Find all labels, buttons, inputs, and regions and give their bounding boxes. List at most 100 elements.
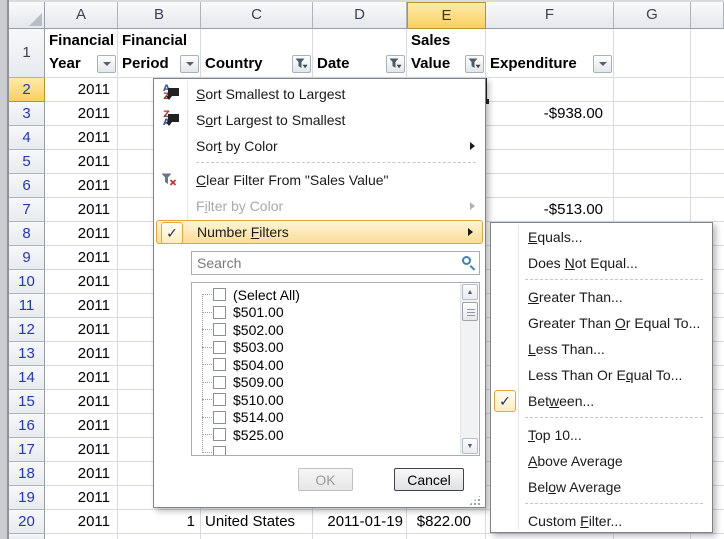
row-header-10[interactable]: 10: [9, 270, 45, 294]
ok-button[interactable]: OK: [298, 468, 353, 491]
submenu-item-does-not-equal[interactable]: Does Not Equal...: [492, 250, 711, 276]
filter-value-525-00[interactable]: $525.00: [198, 426, 459, 444]
filter-dropdown-button-year[interactable]: [97, 55, 116, 73]
filter-funnel-button-date[interactable]: [386, 55, 405, 73]
column-header-C[interactable]: C: [201, 2, 313, 29]
cell-A20[interactable]: 2011: [45, 510, 117, 533]
filter-funnel-button-value[interactable]: [465, 55, 484, 73]
submenu-item-greater-than-or-equal-to[interactable]: Greater Than Or Equal To...: [492, 310, 711, 336]
submenu-item-greater-than[interactable]: Greater Than...: [492, 284, 711, 310]
column-header-E[interactable]: E: [407, 2, 486, 29]
column-header-F[interactable]: F: [486, 2, 614, 29]
filter-value-509-00[interactable]: $509.00: [198, 374, 459, 392]
filter-value-501-00[interactable]: $501.00: [198, 304, 459, 322]
row-header-17[interactable]: 17: [9, 438, 45, 462]
filter-dropdown-button-expenditure[interactable]: [593, 55, 612, 73]
row-header-13[interactable]: 13: [9, 342, 45, 366]
cell-A3[interactable]: 2011: [45, 102, 117, 125]
row-header-2[interactable]: 2: [9, 78, 45, 102]
filter-dropdown-button-period[interactable]: [180, 55, 199, 73]
column-header-D[interactable]: D: [313, 2, 407, 29]
cell-A6[interactable]: 2011: [45, 174, 117, 197]
cell-A19[interactable]: 2011: [45, 486, 117, 509]
header-cell-sales-value[interactable]: SalesValue: [407, 29, 486, 77]
cell-A4[interactable]: 2011: [45, 126, 117, 149]
header-cell-country[interactable]: Country: [201, 29, 313, 77]
filter-value-510-00[interactable]: $510.00: [198, 391, 459, 409]
menu-item-filter-by-color[interactable]: Filter by Color: [155, 193, 484, 219]
filter-funnel-button-country[interactable]: [292, 55, 311, 73]
checkbox[interactable]: [213, 376, 226, 389]
checkbox[interactable]: [213, 341, 226, 354]
row-header-12[interactable]: 12: [9, 318, 45, 342]
filter-value-514-00[interactable]: $514.00: [198, 409, 459, 427]
row-header-7[interactable]: 7: [9, 198, 45, 222]
cell-A18[interactable]: 2011: [45, 462, 117, 485]
row-header-4[interactable]: 4: [9, 126, 45, 150]
submenu-item-custom-filter[interactable]: Custom Filter...: [492, 508, 711, 534]
row-header-11[interactable]: 11: [9, 294, 45, 318]
checkbox[interactable]: [213, 393, 226, 406]
row-header-1[interactable]: 1: [9, 29, 45, 78]
row-header-9[interactable]: 9: [9, 246, 45, 270]
filter-value-504-00[interactable]: $504.00: [198, 356, 459, 374]
submenu-item-between[interactable]: ✓Between...: [492, 388, 711, 414]
filter-value-503-00[interactable]: $503.00: [198, 339, 459, 357]
submenu-item-less-than[interactable]: Less Than...: [492, 336, 711, 362]
column-header-A[interactable]: A: [45, 2, 118, 29]
filter-value-502-00[interactable]: $502.00: [198, 321, 459, 339]
cell-A8[interactable]: 2011: [45, 222, 117, 245]
header-cell-financial-year[interactable]: FinancialYear: [45, 29, 118, 77]
submenu-item-less-than-or-equal-to[interactable]: Less Than Or Equal To...: [492, 362, 711, 388]
cell-C20[interactable]: United States: [201, 510, 312, 533]
menu-item-number-filters[interactable]: ✓Number Filters: [156, 220, 483, 244]
cancel-button[interactable]: Cancel: [394, 468, 464, 491]
cell-E20[interactable]: $822.00: [407, 510, 485, 533]
row-header-3[interactable]: 3: [9, 102, 45, 126]
header-cell-expenditure[interactable]: Expenditure: [486, 29, 614, 77]
row-header-20[interactable]: 20: [9, 510, 45, 534]
checkbox[interactable]: [213, 306, 226, 319]
submenu-item-below-average[interactable]: Below Average: [492, 474, 711, 500]
checkbox[interactable]: [213, 288, 226, 301]
menu-item-sort-largest-to-smallest[interactable]: ZASort Largest to Smallest: [155, 107, 484, 133]
scroll-down-icon[interactable]: ▼: [462, 438, 478, 454]
row-header-19[interactable]: 19: [9, 486, 45, 510]
select-all-corner[interactable]: [9, 2, 45, 29]
column-header-G[interactable]: G: [614, 2, 691, 29]
resize-grip[interactable]: [469, 494, 482, 505]
row-header-8[interactable]: 8: [9, 222, 45, 246]
submenu-item-top-10[interactable]: Top 10...: [492, 422, 711, 448]
cell-A17[interactable]: 2011: [45, 438, 117, 461]
cell-A15[interactable]: 2011: [45, 390, 117, 413]
cell-A9[interactable]: 2011: [45, 246, 117, 269]
column-header-B[interactable]: B: [118, 2, 201, 29]
row-header-5[interactable]: 5: [9, 150, 45, 174]
row-header-15[interactable]: 15: [9, 390, 45, 414]
list-scrollbar[interactable]: ▲ ▼: [460, 284, 478, 454]
checkbox[interactable]: [213, 358, 226, 371]
header-cell-financial-period[interactable]: FinancialPeriod: [118, 29, 201, 77]
row-header-16[interactable]: 16: [9, 414, 45, 438]
cell-A11[interactable]: 2011: [45, 294, 117, 317]
submenu-item-equals[interactable]: Equals...: [492, 224, 711, 250]
search-input[interactable]: [191, 251, 480, 275]
cell-A5[interactable]: 2011: [45, 150, 117, 173]
row-header-6[interactable]: 6: [9, 174, 45, 198]
menu-item-clear-filter-from-sales-value[interactable]: Clear Filter From "Sales Value": [155, 167, 484, 193]
scroll-thumb[interactable]: [462, 302, 478, 321]
cell-A2[interactable]: 2011: [45, 78, 117, 101]
row-header-partial[interactable]: [9, 534, 45, 539]
checkbox[interactable]: [213, 323, 226, 336]
cell-A16[interactable]: 2011: [45, 414, 117, 437]
checkbox[interactable]: [213, 411, 226, 424]
cell-A7[interactable]: 2011: [45, 198, 117, 221]
header-cell-date[interactable]: Date: [313, 29, 407, 77]
cell-A10[interactable]: 2011: [45, 270, 117, 293]
menu-item-sort-smallest-to-largest[interactable]: AZSort Smallest to Largest: [155, 81, 484, 107]
row-header-18[interactable]: 18: [9, 462, 45, 486]
column-header-partial[interactable]: [691, 2, 724, 29]
cell-D20[interactable]: 2011-01-19: [313, 510, 406, 533]
menu-item-sort-by-color[interactable]: Sort by Color: [155, 133, 484, 159]
cell-F7[interactable]: -$513.00: [486, 198, 613, 221]
